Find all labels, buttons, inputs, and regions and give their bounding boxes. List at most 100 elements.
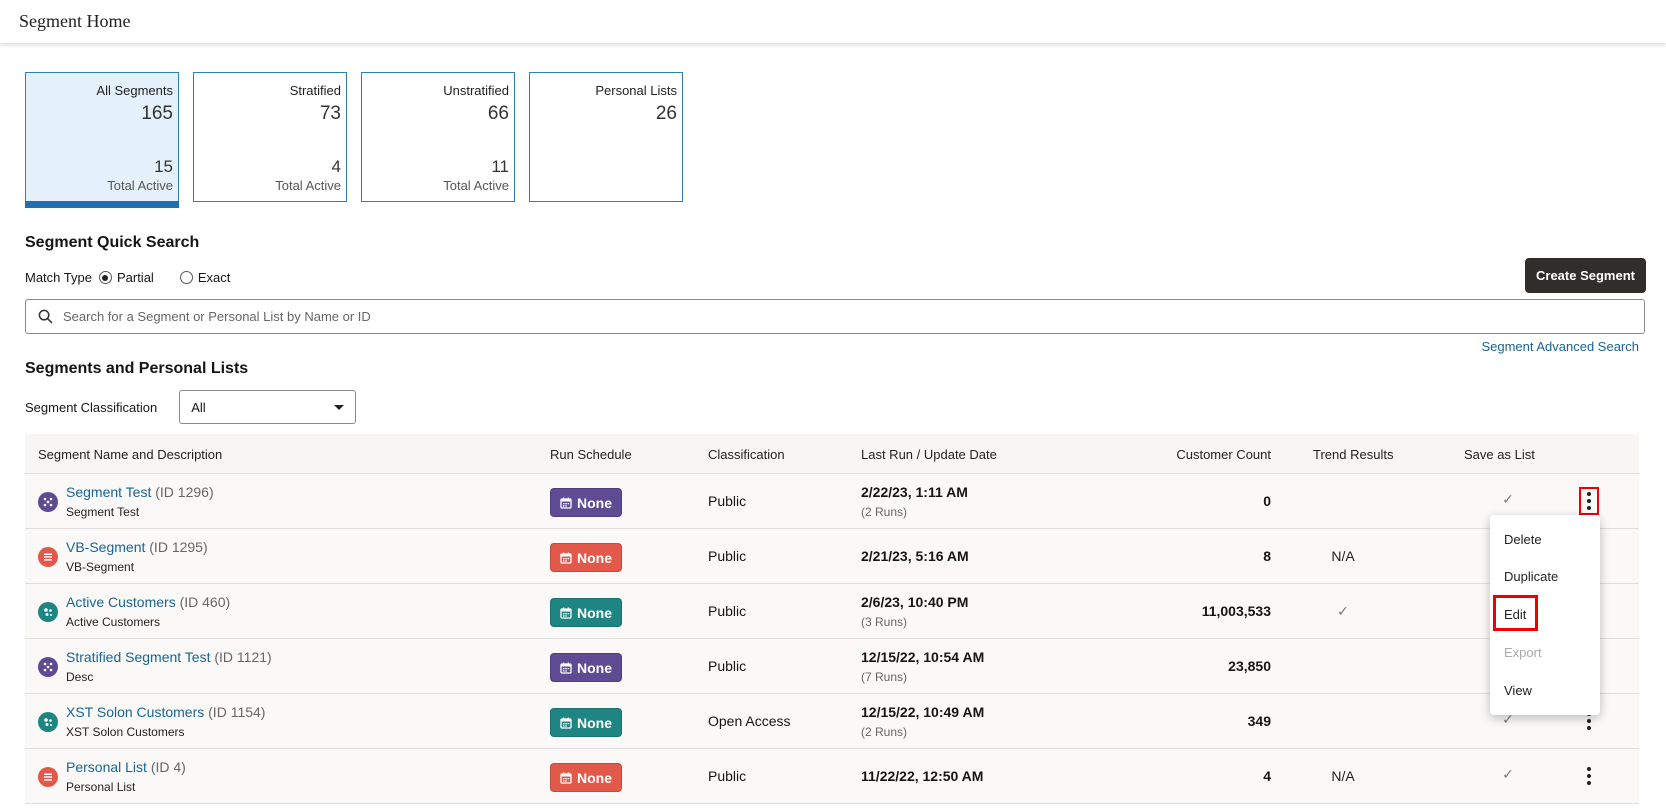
table-row: Segment Test (ID 1296) Segment Test None Pu… xyxy=(25,474,1639,529)
customer-count: 349 xyxy=(1247,713,1271,729)
segment-description: Segment Test xyxy=(66,505,140,519)
run-schedule-button[interactable]: None xyxy=(550,763,622,792)
create-segment-button[interactable]: Create Segment xyxy=(1525,258,1646,293)
segment-name-link[interactable]: VB-Segment xyxy=(66,539,145,555)
segment-unstratified-icon xyxy=(38,602,58,622)
save-as-list-check-icon: ✓ xyxy=(1502,766,1514,782)
trend-results: N/A xyxy=(1331,768,1355,784)
quick-search-heading: Segment Quick Search xyxy=(25,234,200,251)
segment-name-link[interactable]: Active Customers xyxy=(66,594,176,610)
segment-name-link[interactable]: Stratified Segment Test xyxy=(66,649,210,665)
last-run-date: 2/22/23, 1:11 AM xyxy=(861,484,968,500)
customer-count: 11,003,533 xyxy=(1201,603,1271,619)
segment-name-link[interactable]: Segment Test xyxy=(66,484,151,500)
run-schedule-label: None xyxy=(577,549,612,566)
classification-cell: Public xyxy=(708,768,747,784)
classification-label: Segment Classification xyxy=(25,399,158,415)
top-bar: Segment Home xyxy=(0,0,1666,43)
segment-id: (ID 1296) xyxy=(155,484,214,500)
run-schedule-label: None xyxy=(577,659,612,676)
col-header-name[interactable]: Segment Name and Description xyxy=(38,447,222,462)
customer-count: 4 xyxy=(1263,768,1271,784)
last-run-date: 2/6/23, 10:40 PM xyxy=(861,594,969,610)
last-run-date: 2/21/23, 5:16 AM xyxy=(861,548,969,564)
run-count: (2 Runs) xyxy=(861,725,908,739)
last-run-date: 12/15/22, 10:49 AM xyxy=(861,704,985,720)
classification-cell: Public xyxy=(708,603,747,619)
chevron-down-icon xyxy=(334,404,345,410)
classification-value: All xyxy=(191,399,206,415)
col-header-date[interactable]: Last Run / Update Date xyxy=(861,447,997,462)
run-schedule-button[interactable]: None xyxy=(550,488,622,517)
segment-search-input[interactable] xyxy=(63,309,1563,324)
trend-results: N/A xyxy=(1331,548,1355,564)
segment-description: Active Customers xyxy=(66,615,161,629)
run-schedule-label: None xyxy=(577,714,612,731)
segment-list-icon xyxy=(38,767,58,787)
segment-title: XST Solon Customers (ID 1154) xyxy=(66,704,265,720)
match-partial-label: Partial xyxy=(116,270,154,285)
classification-cell: Open Access xyxy=(708,713,791,729)
segment-title: Stratified Segment Test (ID 1121) xyxy=(66,649,272,665)
menu-item-delete[interactable]: Delete xyxy=(1504,532,1542,547)
card-stratified[interactable]: Stratified 73 4 Total Active xyxy=(193,72,347,202)
search-icon xyxy=(38,309,53,324)
calendar-icon xyxy=(560,662,572,674)
card-all-segments[interactable]: All Segments 165 15 Total Active xyxy=(25,72,179,208)
radio-unselected-icon xyxy=(179,271,193,284)
segment-stratified-icon xyxy=(38,492,58,512)
page-title: Segment Home xyxy=(19,11,131,31)
run-schedule-label: None xyxy=(577,604,612,621)
calendar-icon xyxy=(560,772,572,784)
segment-search-box xyxy=(25,299,1645,334)
run-count: (2 Runs) xyxy=(861,505,908,519)
card-personal-lists[interactable]: Personal Lists 26 xyxy=(529,72,683,202)
menu-item-export: Export xyxy=(1504,645,1542,660)
col-header-classification[interactable]: Classification xyxy=(708,447,785,462)
classification-cell: Public xyxy=(708,658,747,674)
classification-filter-row: Segment Classification All xyxy=(25,390,357,424)
table-body: Segment Test (ID 1296) Segment Test None Pu… xyxy=(25,474,1639,804)
run-schedule-button[interactable]: None xyxy=(550,708,622,737)
segment-description: Personal List xyxy=(66,780,136,794)
menu-item-edit[interactable]: Edit xyxy=(1504,607,1526,622)
match-exact-radio[interactable]: Exact xyxy=(179,270,230,285)
card-label: Unstratified xyxy=(443,83,509,98)
segment-unstratified-icon xyxy=(38,712,58,732)
run-schedule-button[interactable]: None xyxy=(550,543,622,572)
run-schedule-button[interactable]: None xyxy=(550,653,622,682)
table-row: VB-Segment (ID 1295) VB-Segment None Public… xyxy=(25,529,1639,584)
card-unstratified[interactable]: Unstratified 66 11 Total Active xyxy=(361,72,515,202)
trend-results: ✓ xyxy=(1337,603,1349,619)
card-active-label: Total Active xyxy=(107,178,173,193)
customer-count: 0 xyxy=(1263,493,1271,509)
row-actions-kebab-icon[interactable] xyxy=(1579,487,1599,515)
segment-id: (ID 4) xyxy=(150,759,186,775)
run-schedule-button[interactable]: None xyxy=(550,598,622,627)
segment-id: (ID 1295) xyxy=(149,539,208,555)
card-label: Stratified xyxy=(289,83,341,98)
row-actions-kebab-icon[interactable] xyxy=(1581,764,1597,788)
col-header-save[interactable]: Save as List xyxy=(1464,447,1535,462)
card-active-count: 11 xyxy=(491,157,509,176)
menu-item-view[interactable]: View xyxy=(1504,683,1532,698)
col-header-count[interactable]: Customer Count xyxy=(1176,447,1271,462)
menu-item-duplicate[interactable]: Duplicate xyxy=(1504,569,1558,584)
segment-title: VB-Segment (ID 1295) xyxy=(66,539,208,555)
advanced-search-link[interactable]: Segment Advanced Search xyxy=(1481,339,1639,354)
col-header-schedule[interactable]: Run Schedule xyxy=(550,447,632,462)
table-row: XST Solon Customers (ID 1154) XST Solon C… xyxy=(25,694,1639,749)
last-run-date: 12/15/22, 10:54 AM xyxy=(861,649,985,665)
segment-description: VB-Segment xyxy=(66,560,135,574)
run-schedule-label: None xyxy=(577,769,612,786)
table-header: Segment Name and Description Run Schedul… xyxy=(25,434,1639,474)
match-partial-radio[interactable]: Partial xyxy=(98,270,154,285)
segment-id: (ID 1121) xyxy=(214,649,272,665)
segment-name-link[interactable]: Personal List xyxy=(66,759,147,775)
classification-select[interactable]: All xyxy=(179,390,357,424)
col-header-trend[interactable]: Trend Results xyxy=(1313,447,1393,462)
segments-table: Segment Name and Description Run Schedul… xyxy=(25,434,1639,804)
segment-name-link[interactable]: XST Solon Customers xyxy=(66,704,204,720)
classification-cell: Public xyxy=(708,493,747,509)
calendar-icon xyxy=(560,717,572,729)
